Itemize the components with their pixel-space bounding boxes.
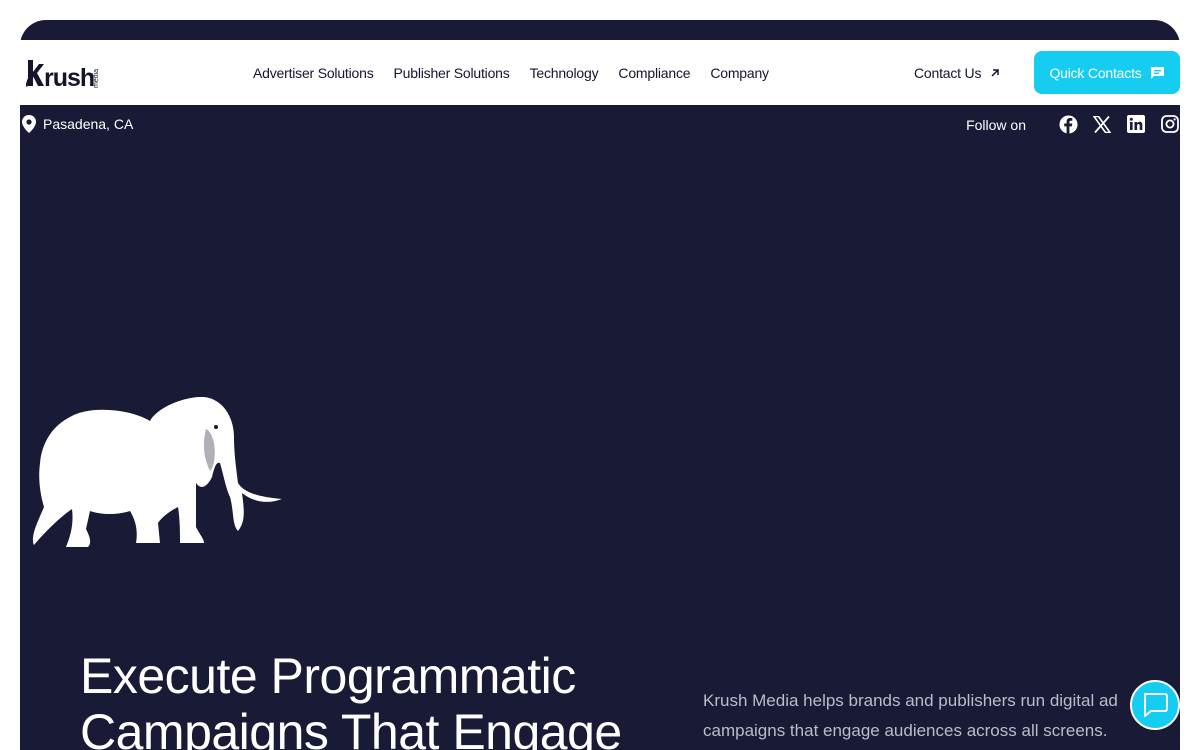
nav-advertiser-solutions[interactable]: Advertiser Solutions [253,65,374,81]
hero-description: Krush Media helps brands and publishers … [703,691,1118,740]
quick-contacts-label: Quick Contacts [1049,64,1142,81]
svg-text:rush: rush [44,64,94,92]
contact-us-link[interactable]: Contact Us [914,40,1001,105]
chat-button[interactable] [1130,680,1180,730]
follow-label: Follow on [966,117,1026,133]
nav-technology[interactable]: Technology [530,65,599,81]
x-icon[interactable] [1092,114,1112,134]
contact-us-label: Contact Us [914,64,982,81]
nav-company[interactable]: Company [710,65,769,81]
svg-text:media: media [93,69,100,88]
map-pin-icon [22,115,36,133]
location-text: Pasadena, CA [43,116,134,132]
linkedin-icon[interactable] [1126,114,1146,134]
info-bar: Pasadena, CA Follow on [20,105,1180,145]
chat-bubble-icon [1144,693,1168,717]
quick-contacts-button[interactable]: Quick Contacts [1034,51,1180,94]
hero-headline: Execute Programmatic Campaigns That Enga… [80,648,622,750]
message-icon [1150,66,1164,79]
location: Pasadena, CA [22,115,133,133]
elephant-illustration [33,397,282,547]
nav-compliance[interactable]: Compliance [618,65,690,81]
arrow-up-right-icon [991,68,999,77]
krush-logo[interactable]: rush media [24,54,104,92]
social-links [1058,114,1180,134]
main-nav: Advertiser Solutions Publisher Solutions… [253,40,769,105]
facebook-icon[interactable] [1058,114,1078,134]
top-navbar: rush media Advertiser Solutions Publishe… [20,40,1180,105]
instagram-icon[interactable] [1160,114,1180,134]
nav-publisher-solutions[interactable]: Publisher Solutions [394,65,510,81]
